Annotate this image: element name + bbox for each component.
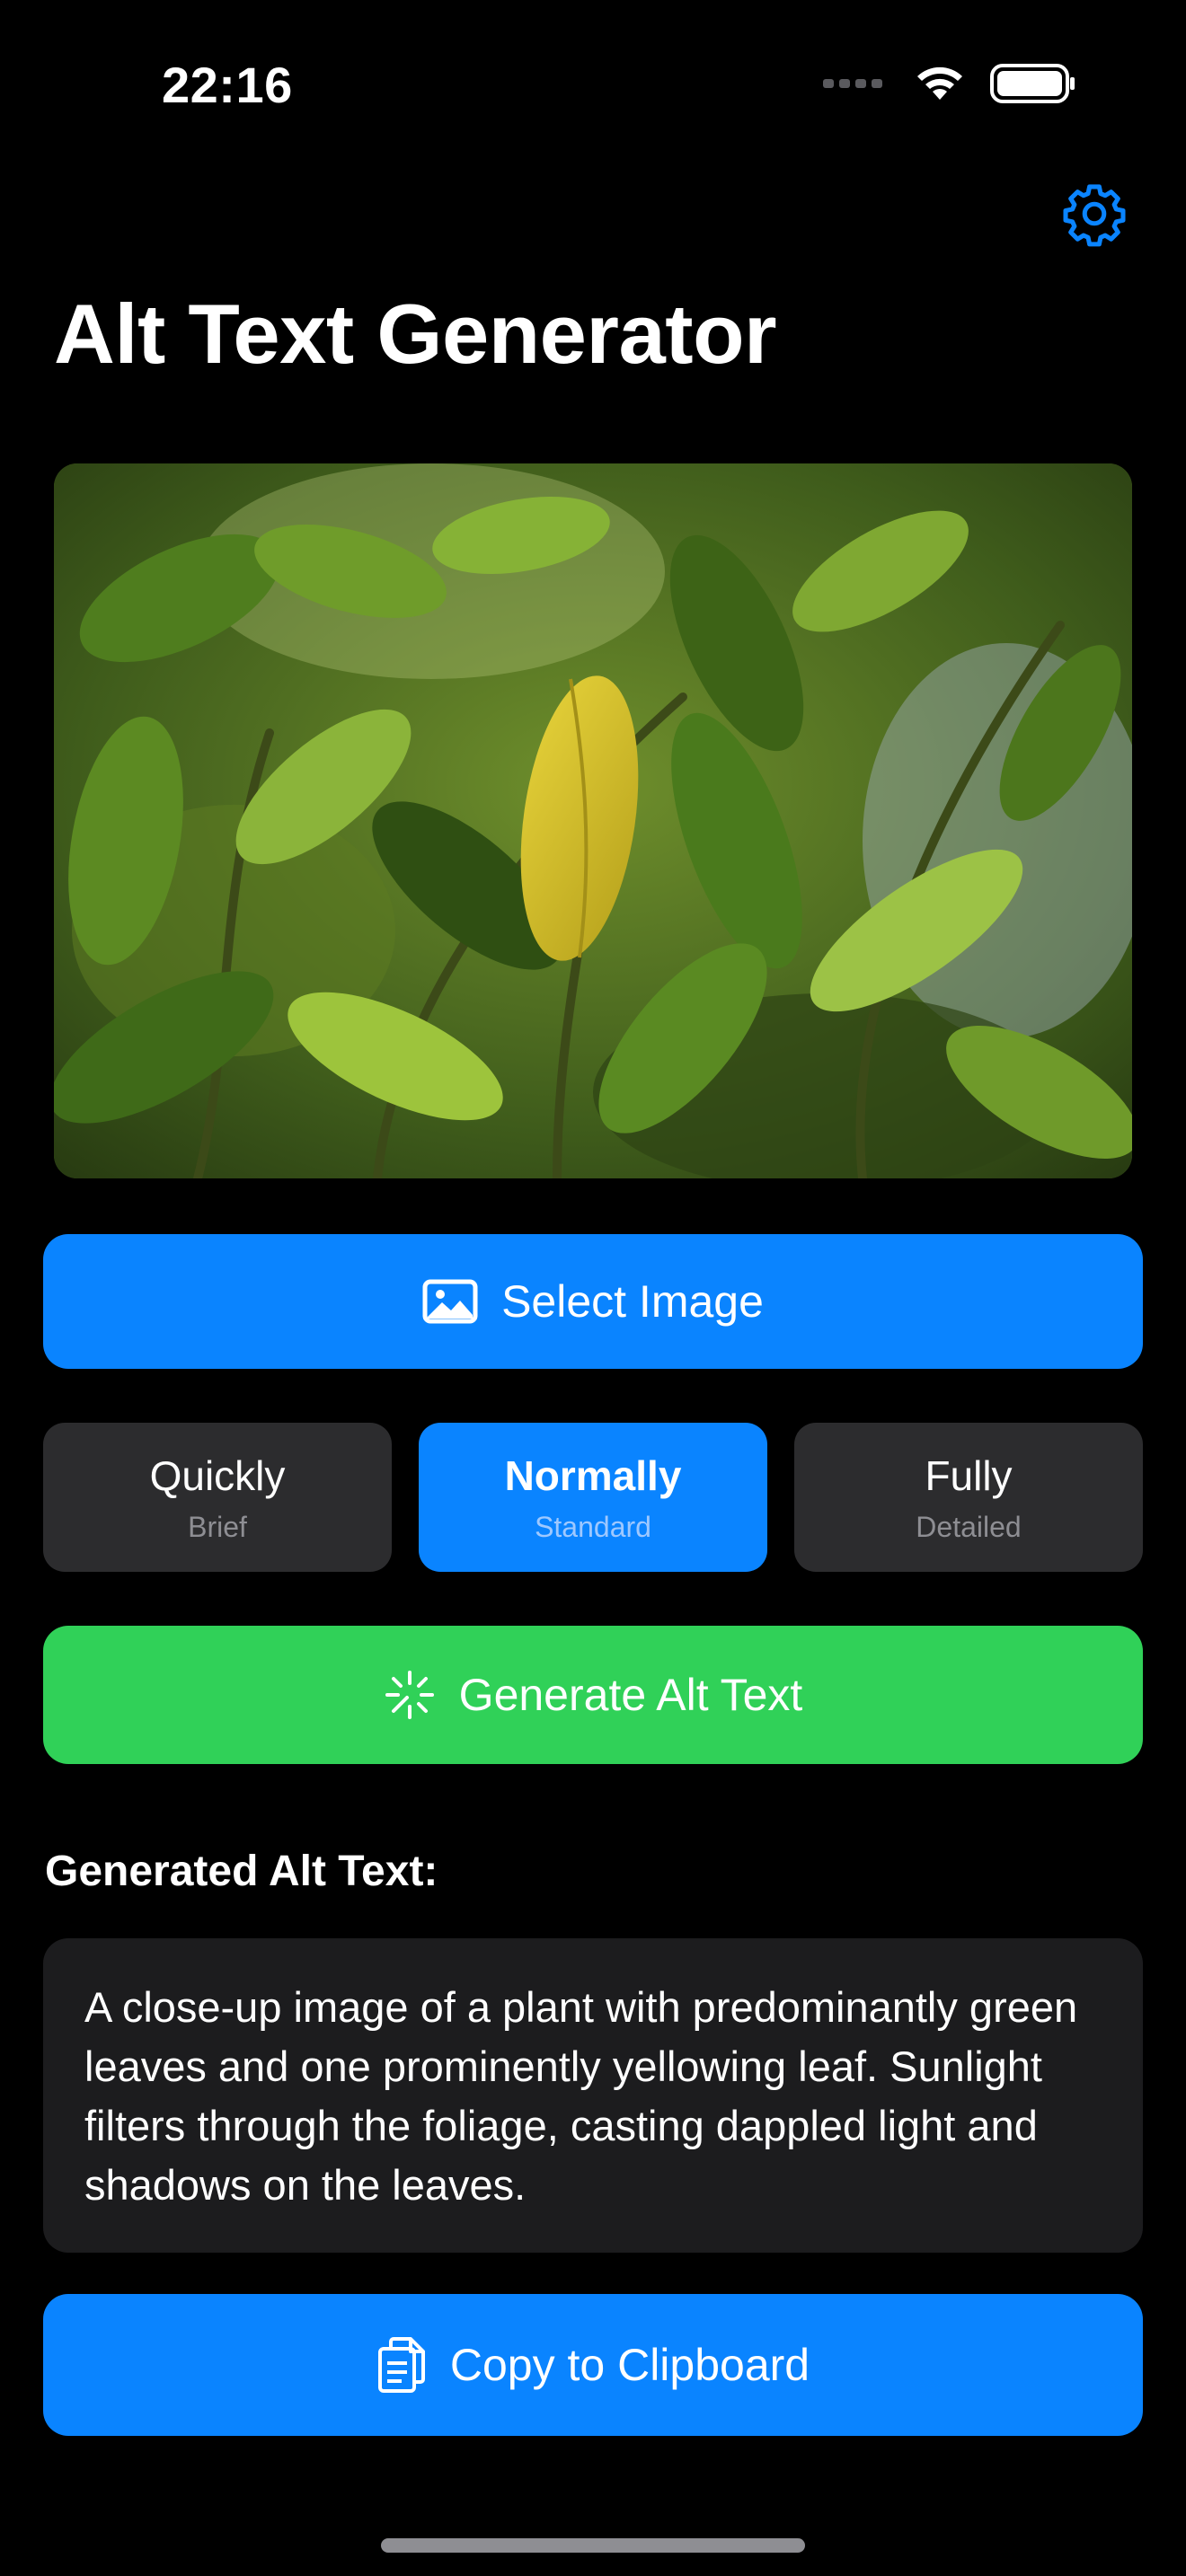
cellular-signal-icon bbox=[823, 79, 882, 88]
alt-text-output: A close-up image of a plant with predomi… bbox=[43, 1938, 1143, 2253]
detail-option-title: Quickly bbox=[149, 1451, 286, 1499]
alt-text-content: A close-up image of a plant with predomi… bbox=[84, 1983, 1078, 2209]
detail-option-title: Normally bbox=[504, 1451, 682, 1499]
gear-icon[interactable] bbox=[1060, 180, 1128, 248]
detail-option-subtitle: Brief bbox=[188, 1510, 247, 1543]
page-title: Alt Text Generator bbox=[54, 287, 777, 381]
detail-option-quickly[interactable]: Quickly Brief bbox=[43, 1423, 392, 1572]
image-preview bbox=[54, 463, 1132, 1178]
select-image-label: Select Image bbox=[501, 1276, 764, 1327]
detail-option-subtitle: Detailed bbox=[916, 1510, 1022, 1543]
detail-option-fully[interactable]: Fully Detailed bbox=[794, 1423, 1143, 1572]
app-screen: 22:16 Alt Text Generator Select Image Qu… bbox=[0, 0, 1186, 2576]
copy-to-clipboard-label: Copy to Clipboard bbox=[449, 2340, 810, 2390]
photo-icon bbox=[422, 1279, 478, 1324]
home-indicator[interactable] bbox=[381, 2538, 805, 2553]
detail-option-subtitle: Standard bbox=[535, 1510, 651, 1543]
copy-to-clipboard-button[interactable]: Copy to Clipboard bbox=[43, 2294, 1143, 2436]
copy-document-icon bbox=[377, 2337, 425, 2393]
wifi-icon bbox=[917, 66, 962, 100]
select-image-button[interactable]: Select Image bbox=[43, 1234, 1143, 1369]
result-heading: Generated Alt Text: bbox=[45, 1848, 438, 1895]
generate-alt-text-label: Generate Alt Text bbox=[458, 1670, 803, 1720]
detail-option-title: Fully bbox=[925, 1451, 1013, 1499]
status-time: 22:16 bbox=[162, 57, 293, 113]
status-icons bbox=[823, 63, 1076, 104]
detail-option-normally[interactable]: Normally Standard bbox=[419, 1423, 767, 1572]
battery-icon bbox=[990, 64, 1075, 103]
sparkle-icon bbox=[385, 1671, 434, 1719]
generate-alt-text-button[interactable]: Generate Alt Text bbox=[43, 1626, 1143, 1764]
